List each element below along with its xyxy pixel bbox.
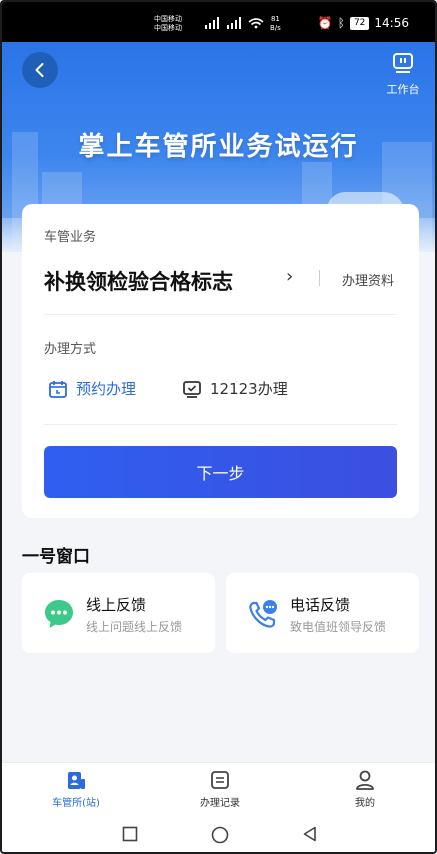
app-frame: 中国移动 中国移动 81 B/s ⏰ ᛒ 72 14:56 工作台 掌上车管所业… [0,0,437,854]
carrier-info: 中国移动 中国移动 [154,15,182,33]
chevron-left-icon [35,63,44,77]
method-option-label: 12123办理 [210,380,288,398]
service-card: 车管业务 补换领检验合格标志 › 办理资料 办理方式 预约办理 12123办理 [22,204,419,518]
feedback-card-title: 线上反馈 [86,596,147,614]
clock: 14:56 [374,16,409,30]
tab-label: 车管所(站) [52,798,100,809]
separator [319,270,320,286]
station-icon [68,772,85,789]
bluetooth-icon: ᛒ [337,16,345,30]
monitor-check-icon [183,380,201,398]
tab-label: 办理记录 [200,798,240,809]
service-name[interactable]: 补换领检验合格标志 [44,266,233,296]
home-icon[interactable] [211,826,229,844]
phone-feedback-card[interactable]: 电话反馈 致电值班领导反馈 [226,573,419,653]
phone-icon [249,600,277,628]
chat-bubble-icon [45,600,73,628]
workbench-icon [393,53,413,73]
page-title: 掌上车管所业务试运行 [78,132,359,162]
service-section-label: 车管业务 [44,230,97,245]
signal-icon [205,17,265,32]
network-speed: 81 B/s [270,15,281,33]
alarm-icon: ⏰ [317,16,333,30]
divider [44,424,397,425]
next-step-button[interactable]: 下一步 [44,446,397,498]
workbench-label: 工作台 [386,83,420,96]
online-feedback-card[interactable]: 线上反馈 线上问题线上反馈 [22,573,215,653]
window-section-title: 一号窗口 [22,547,90,567]
system-nav-bar [2,814,435,852]
recent-apps-icon[interactable] [122,826,138,842]
speed-unit: B/s [270,24,281,32]
tab-mine[interactable]: 我的 [320,769,410,809]
workbench-button[interactable]: 工作台 [383,52,423,97]
back-nav-icon[interactable] [302,826,318,842]
calendar-icon [49,380,67,398]
tab-station[interactable]: 车管所(站) [31,769,121,809]
feedback-card-subtitle: 线上问题线上反馈 [86,620,183,634]
chevron-right-icon[interactable]: › [286,266,293,287]
status-right: ⏰ ᛒ 72 14:56 [318,16,409,30]
method-section-label: 办理方式 [44,342,97,357]
bottom-tab-bar: 车管所(站) 办理记录 我的 [2,762,435,814]
method-option-label: 预约办理 [76,380,137,398]
divider [44,314,397,315]
docs-link[interactable]: 办理资料 [342,270,394,289]
tab-label: 我的 [355,798,375,809]
user-icon [356,770,374,790]
feedback-card-title: 电话反馈 [290,596,351,614]
status-bar: 中国移动 中国移动 81 B/s ⏰ ᛒ 72 14:56 [2,2,435,42]
back-button[interactable] [22,52,58,88]
method-option-appointment[interactable]: 预约办理 [48,378,136,399]
carrier-line-2: 中国移动 [154,24,182,32]
battery-indicator: 72 [349,16,370,30]
feedback-card-subtitle: 致电值班领导反馈 [290,620,387,634]
method-option-12123[interactable]: 12123办理 [182,378,288,399]
carrier-line-1: 中国移动 [154,15,182,23]
record-icon [211,771,229,789]
tab-records[interactable]: 办理记录 [175,769,265,809]
speed-value: 81 [270,15,280,23]
